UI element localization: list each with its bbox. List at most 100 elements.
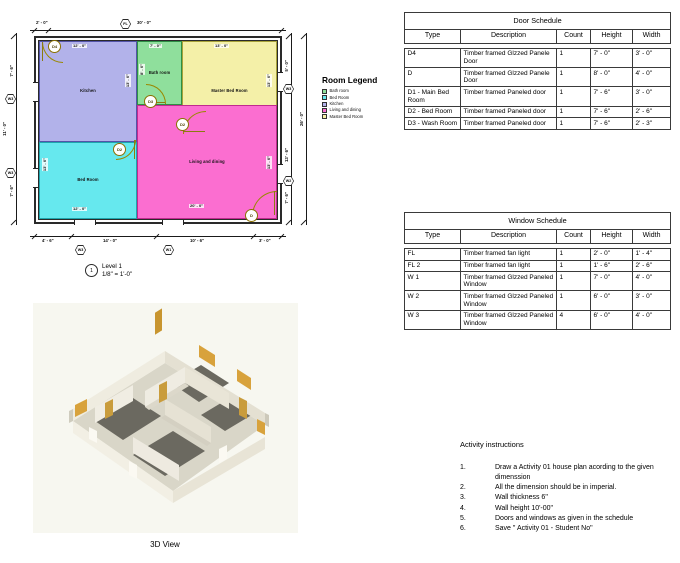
cell-type: W 2 bbox=[404, 290, 461, 311]
3d-view-image bbox=[33, 303, 298, 533]
cell-height: 2' - 0" bbox=[590, 247, 633, 261]
cell-height: 7' - 6" bbox=[590, 86, 633, 107]
table-row: D Timber framed Glzzed Panele Door 1 8' … bbox=[404, 67, 672, 88]
dim-living-height: 13' - 0" bbox=[266, 156, 272, 170]
cell-description: Timber framed Glzzed Panele Door bbox=[460, 47, 557, 69]
level-scale: 1/8" = 1'-0" bbox=[102, 270, 133, 278]
instructions-title: Activity instructions bbox=[460, 440, 524, 449]
cell-width: 2' - 3" bbox=[631, 117, 672, 131]
column-header-height: Height bbox=[590, 28, 633, 44]
cell-count: 1 bbox=[556, 86, 591, 107]
window-tag-w3-bottom[interactable]: W3 bbox=[75, 245, 86, 255]
door-leaf-d2-master bbox=[183, 131, 205, 133]
cell-width: 4' - 0" bbox=[631, 271, 672, 292]
window-tag-w2-right[interactable]: W2 bbox=[283, 176, 294, 186]
dim-right-seg-1: 5' - 0" bbox=[284, 60, 289, 72]
legend-label: Living and dining bbox=[329, 107, 361, 113]
window-schedule-caption: Window Schedule bbox=[403, 212, 672, 230]
door-tag-d2-master[interactable]: D2 bbox=[176, 118, 189, 131]
column-header-count: Count bbox=[556, 228, 591, 244]
dim-living-width: 20' - 0" bbox=[189, 203, 205, 208]
instruction-text: Doors and windows as given in the schedu… bbox=[495, 514, 634, 522]
column-header-type: Type bbox=[404, 28, 461, 44]
cell-description: Timber framed Glzzed Paneled Window bbox=[460, 309, 557, 331]
cell-width: 3' - 0" bbox=[631, 47, 672, 69]
door-tag-d[interactable]: D bbox=[245, 209, 258, 222]
window-tag-w3-right[interactable]: W3 bbox=[283, 84, 294, 94]
column-header-description: Description bbox=[460, 228, 557, 244]
window-tag-fl[interactable]: FL bbox=[120, 19, 131, 29]
cell-width: 2' - 6" bbox=[631, 105, 672, 119]
cell-count: 1 bbox=[556, 271, 591, 292]
cell-count: 1 bbox=[556, 67, 591, 88]
table-header-row: Type Description Count Height Width bbox=[404, 228, 672, 244]
table-header-row: Type Description Count Height Width bbox=[404, 28, 672, 44]
dim-line-right-outer bbox=[306, 33, 307, 225]
cell-description: Timber framed Glzzed Panele Door bbox=[460, 67, 557, 88]
plan-geometry: Kitchen 12' - 0" 13' - 0" Bath room 7' -… bbox=[33, 36, 283, 225]
dim-tick bbox=[10, 33, 16, 40]
window-opening-bottom-left bbox=[74, 220, 96, 225]
dim-kitchen-width: 12' - 0" bbox=[72, 43, 88, 48]
dim-line-top bbox=[30, 30, 286, 31]
cell-description: Timber framed Glzzed Paneled Window bbox=[460, 271, 557, 292]
cell-height: 8' - 0" bbox=[590, 67, 633, 88]
table-row: W 3 Timber framed Glzzed Paneled Window … bbox=[404, 309, 672, 331]
cell-description: Timber framed fan light bbox=[460, 247, 557, 261]
legend-swatch-bath-room bbox=[322, 89, 327, 94]
dim-bath-height: 8' - 0" bbox=[139, 64, 145, 75]
legend-item-bed-room: Bed Room bbox=[322, 94, 392, 101]
window-tag-w1-bottom[interactable]: W1 bbox=[163, 245, 174, 255]
dim-kitchen-height: 13' - 0" bbox=[125, 74, 131, 88]
window-tag-w3-left-upper[interactable]: W3 bbox=[5, 94, 16, 104]
column-header-width: Width bbox=[631, 28, 672, 44]
dim-tick bbox=[300, 33, 306, 40]
instruction-item: 5. Doors and windows as given in the sch… bbox=[460, 514, 675, 524]
cell-description: Timber framed Paneled door bbox=[460, 86, 557, 107]
cell-width: 4' - 0" bbox=[631, 67, 672, 88]
cell-count: 1 bbox=[556, 117, 591, 131]
table-row: D3 - Wash Room Timber framed Paneled doo… bbox=[404, 117, 672, 131]
door-tag-d2-bed[interactable]: D2 bbox=[113, 143, 126, 156]
window-opening-right-upper bbox=[278, 72, 283, 92]
dim-tick bbox=[285, 219, 291, 226]
door-leaf-d bbox=[274, 191, 276, 215]
legend-item-kitchen: Kitchen bbox=[322, 101, 392, 107]
table-row: D2 - Bed Room Timber framed Paneled door… bbox=[404, 105, 672, 119]
legend-swatch-master-bed-room bbox=[322, 114, 327, 120]
dim-tick bbox=[285, 33, 291, 40]
table-row: D1 - Main Bed Room Timber framed Paneled… bbox=[404, 86, 672, 107]
column-header-description: Description bbox=[460, 28, 557, 44]
cell-height: 7' - 6" bbox=[590, 117, 633, 131]
legend-swatch-living-and-dining bbox=[322, 107, 327, 113]
cell-count: 1 bbox=[556, 247, 591, 261]
column-header-width: Width bbox=[631, 228, 672, 244]
door-tag-d4[interactable]: D4 bbox=[48, 40, 61, 53]
table-row: D4 Timber framed Glzzed Panele Door 1 7'… bbox=[404, 47, 672, 69]
instruction-number: 6. bbox=[460, 524, 466, 532]
cell-description: Timber framed fan light bbox=[460, 259, 557, 273]
table-row: W 1 Timber framed Glzzed Paneled Window … bbox=[404, 271, 672, 292]
door-leaf-d4 bbox=[42, 42, 44, 61]
cell-height: 6' - 0" bbox=[590, 290, 633, 311]
cell-height: 1' - 6" bbox=[590, 259, 633, 273]
cell-type: D3 - Wash Room bbox=[404, 117, 461, 131]
legend-label: Bed Room bbox=[329, 94, 350, 100]
dim-line-bottom bbox=[30, 236, 286, 237]
cell-type: D2 - Bed Room bbox=[404, 105, 461, 119]
door-tag-d3[interactable]: D3 bbox=[144, 95, 157, 108]
dim-bottom-seg-3: 10' - 6" bbox=[190, 238, 205, 243]
dim-right-seg-2: 13' - 6" bbox=[284, 148, 289, 163]
instruction-item: 2. All the dimension should be in imperi… bbox=[460, 483, 675, 493]
room-legend-title: Room Legend bbox=[322, 75, 378, 85]
floor-plan-panel: 2' - 0" 30' - 0" FL 7' - 6" 11' - 0" 7' … bbox=[0, 0, 330, 300]
legend-swatch-kitchen bbox=[322, 101, 327, 107]
window-tag-w3-left-lower[interactable]: W3 bbox=[5, 168, 16, 178]
instruction-item: 6. Save " Activity 01 - Student No" bbox=[460, 524, 675, 534]
cell-height: 7' - 0" bbox=[590, 47, 633, 69]
3d-house-render bbox=[33, 303, 298, 533]
instruction-number: 3. bbox=[460, 494, 466, 502]
cell-width: 3' - 0" bbox=[631, 290, 672, 311]
dim-bottom-seg-1: 4' - 6" bbox=[42, 238, 54, 243]
dim-master-height: 13' - 0" bbox=[266, 74, 272, 88]
